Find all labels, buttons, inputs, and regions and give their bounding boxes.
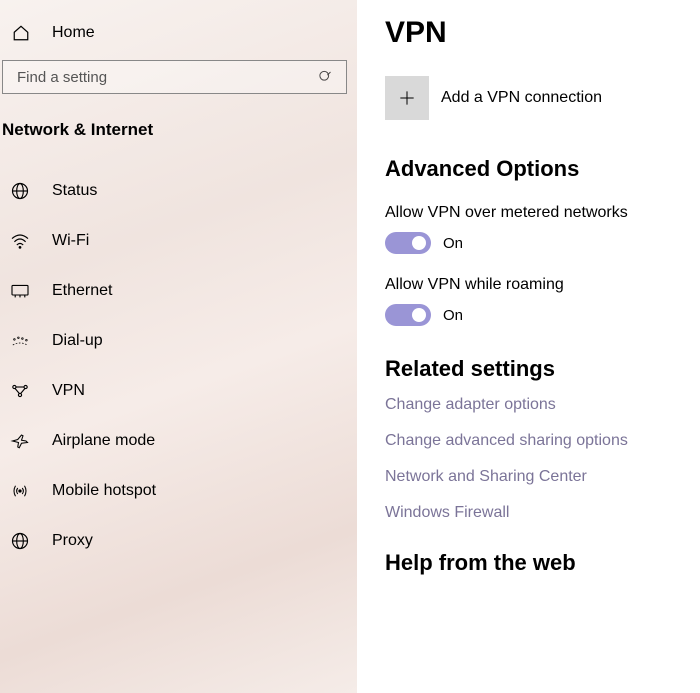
sidebar-item-hotspot[interactable]: Mobile hotspot <box>0 466 357 516</box>
plus-icon <box>385 76 429 120</box>
home-nav[interactable]: Home <box>0 14 357 60</box>
sidebar-item-label: Wi-Fi <box>52 232 89 250</box>
search-icon <box>318 70 333 85</box>
home-label: Home <box>52 24 95 42</box>
sidebar-item-label: Ethernet <box>52 282 112 300</box>
settings-sidebar: Home Network & Internet Status Wi-Fi Eth… <box>0 0 357 693</box>
hotspot-icon <box>10 481 30 501</box>
sidebar-item-proxy[interactable]: Proxy <box>0 516 357 566</box>
status-icon <box>10 181 30 201</box>
proxy-icon <box>10 531 30 551</box>
airplane-icon <box>10 431 30 451</box>
sidebar-item-label: VPN <box>52 382 85 400</box>
search-input[interactable] <box>2 60 347 94</box>
add-vpn-button[interactable]: Add a VPN connection <box>385 76 700 120</box>
sidebar-item-airplane[interactable]: Airplane mode <box>0 416 357 466</box>
sidebar-item-label: Proxy <box>52 532 93 550</box>
link-adapter-options[interactable]: Change adapter options <box>385 396 700 414</box>
link-network-sharing-center[interactable]: Network and Sharing Center <box>385 468 700 486</box>
home-icon <box>12 24 30 42</box>
vpn-icon <box>10 381 30 401</box>
wifi-icon <box>10 231 30 251</box>
sidebar-item-label: Airplane mode <box>52 432 155 450</box>
sidebar-item-dialup[interactable]: Dial-up <box>0 316 357 366</box>
link-advanced-sharing[interactable]: Change advanced sharing options <box>385 432 700 450</box>
sidebar-item-label: Mobile hotspot <box>52 482 156 500</box>
advanced-options-heading: Advanced Options <box>385 156 700 182</box>
search-wrapper <box>0 60 357 114</box>
sidebar-item-ethernet[interactable]: Ethernet <box>0 266 357 316</box>
sidebar-item-status[interactable]: Status <box>0 166 357 216</box>
help-heading: Help from the web <box>385 550 700 576</box>
ethernet-icon <box>10 281 30 301</box>
toggle-metered[interactable] <box>385 232 431 254</box>
sidebar-item-wifi[interactable]: Wi-Fi <box>0 216 357 266</box>
add-vpn-label: Add a VPN connection <box>441 89 602 107</box>
section-title: Network & Internet <box>0 114 357 166</box>
toggle-state-label: On <box>443 235 463 252</box>
sidebar-item-vpn[interactable]: VPN <box>0 366 357 416</box>
option-label-metered: Allow VPN over metered networks <box>385 204 700 222</box>
dialup-icon <box>10 331 30 351</box>
option-label-roaming: Allow VPN while roaming <box>385 276 700 294</box>
toggle-state-label: On <box>443 307 463 324</box>
link-windows-firewall[interactable]: Windows Firewall <box>385 504 700 522</box>
main-content: VPN Add a VPN connection Advanced Option… <box>357 0 700 693</box>
sidebar-item-label: Dial-up <box>52 332 103 350</box>
page-title: VPN <box>385 16 700 50</box>
related-settings-heading: Related settings <box>385 356 700 382</box>
sidebar-item-label: Status <box>52 182 97 200</box>
toggle-roaming[interactable] <box>385 304 431 326</box>
